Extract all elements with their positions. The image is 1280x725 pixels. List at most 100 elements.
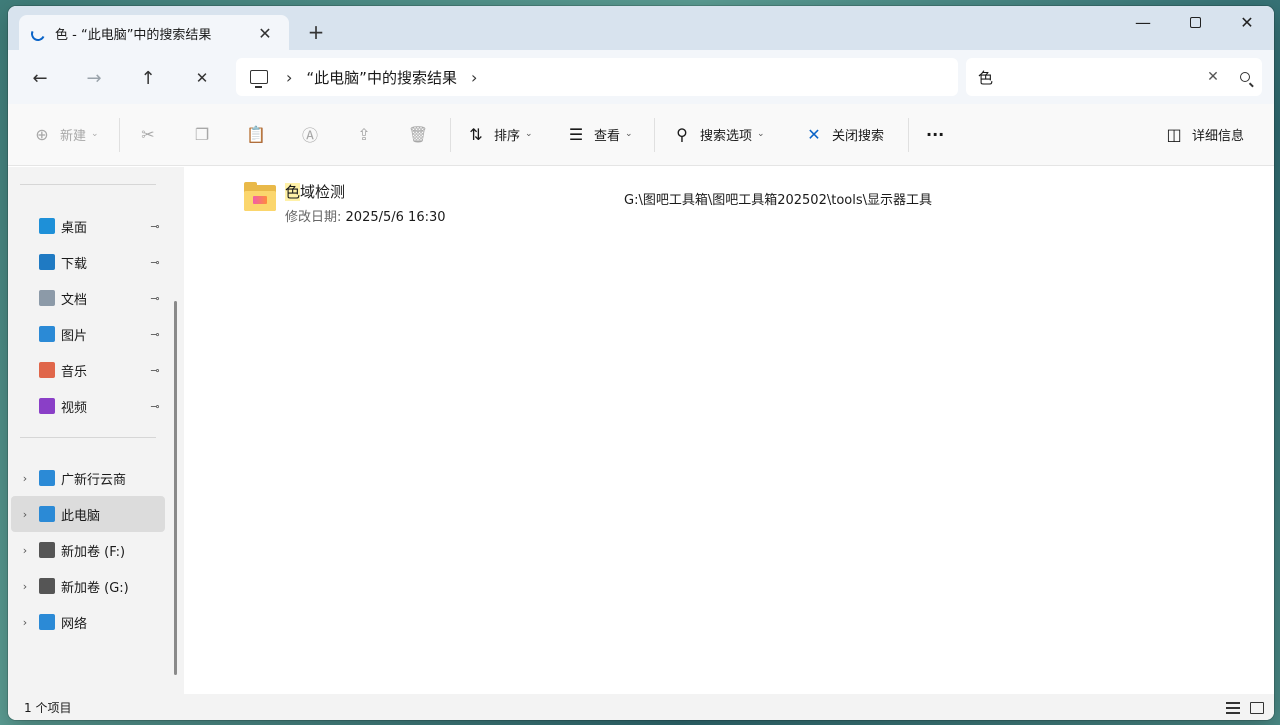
search-icon[interactable] <box>1228 72 1262 82</box>
search-highlight: 色 <box>285 183 301 201</box>
sidebar-item[interactable]: 音乐 ⊸ <box>11 352 165 388</box>
tiles-view-icon[interactable] <box>1250 702 1264 714</box>
close-search-label: 关闭搜索 <box>832 128 885 144</box>
sidebar-item[interactable]: 视频 ⊸ <box>11 388 165 424</box>
item-count: 1 个项目 <box>24 700 72 715</box>
sidebar-item[interactable]: › 网络 <box>11 604 165 640</box>
pin-icon[interactable]: ⊸ <box>145 400 165 413</box>
sort-icon: ⇅ <box>469 124 483 144</box>
nav-divider <box>20 184 156 185</box>
breadcrumb[interactable]: “此电脑”中的搜索结果 <box>306 67 457 88</box>
more-options-button[interactable]: ··· <box>926 118 944 150</box>
pin-icon[interactable]: ⊸ <box>145 292 165 305</box>
toolbar-divider <box>450 118 451 152</box>
status-bar: 1 个项目 <box>8 694 1274 720</box>
new-button[interactable]: ⊕ 新建 ⌄ <box>32 118 98 150</box>
sidebar-item[interactable]: › 广新行云商 <box>11 460 165 496</box>
expand-chevron-icon[interactable]: › <box>11 580 39 593</box>
network-icon <box>39 614 55 630</box>
navigation-pane: 桌面 ⊸ 下载 ⊸ 文档 ⊸ 图片 ⊸ 音乐 ⊸ 视频 ⊸ › 广新行云商 › 此电脑 › 新加卷 (F:) › 新… <box>8 167 184 694</box>
details-pane-button[interactable]: ◫ 详细信息 <box>1164 118 1244 150</box>
sidebar-item[interactable]: 桌面 ⊸ <box>11 208 165 244</box>
sidebar-item-label: 此电脑 <box>61 508 101 524</box>
cloud-drive-icon <box>39 470 55 486</box>
command-bar: ⊕ 新建 ⌄ ✂ ❐ 📋 Ⓐ ⇪ 🗑 ⇅ 排序 ⌄ ☰ 查看 ⌄ ⚲ 搜索选项 … <box>8 104 1274 166</box>
result-path: G:\图吧工具箱\图吧工具箱202502\tools\显示器工具 <box>624 193 932 208</box>
tab-title: 色 - “此电脑”中的搜索结果 <box>55 28 212 43</box>
view-label: 查看 <box>594 128 621 144</box>
expand-chevron-icon[interactable]: › <box>11 472 39 485</box>
chevron-down-icon: ⌄ <box>525 129 533 139</box>
sidebar-item-label: 广新行云商 <box>61 472 127 488</box>
tab-search-results[interactable]: 色 - “此电脑”中的搜索结果 ✕ <box>19 15 289 52</box>
up-button[interactable]: ↑ <box>132 62 164 94</box>
back-button[interactable]: ← <box>24 62 56 94</box>
sidebar-item[interactable]: › 新加卷 (G:) <box>11 568 165 604</box>
desktop-icon <box>39 218 55 234</box>
sort-button[interactable]: ⇅ 排序 ⌄ <box>466 118 533 150</box>
result-name[interactable]: 色域检测 <box>285 181 446 202</box>
sidebar-item-label: 新加卷 (G:) <box>61 580 129 596</box>
share-icon: ⇪ <box>357 124 371 144</box>
nav-scrollbar[interactable] <box>174 301 177 675</box>
rename-button[interactable]: Ⓐ <box>300 118 328 150</box>
result-item[interactable]: 色域检测 修改日期: 2025/5/6 16:30 <box>244 181 446 225</box>
cut-button[interactable]: ✂ <box>138 118 166 150</box>
maximize-button[interactable] <box>1172 6 1218 38</box>
modified-value: 2025/5/6 16:30 <box>345 210 446 225</box>
sidebar-item[interactable]: 下载 ⊸ <box>11 244 165 280</box>
sidebar-item-label: 桌面 <box>61 220 88 236</box>
details-view-icon[interactable] <box>1226 702 1240 714</box>
breadcrumb-chevron[interactable]: › <box>471 68 477 87</box>
search-options-label: 搜索选项 <box>700 128 753 144</box>
modified-label: 修改日期: <box>285 210 342 225</box>
new-tab-button[interactable]: + <box>304 20 328 44</box>
close-window-button[interactable]: ✕ <box>1224 6 1270 38</box>
sidebar-item-label: 新加卷 (F:) <box>61 544 126 560</box>
nav-divider <box>20 437 156 438</box>
sidebar-item[interactable]: 文档 ⊸ <box>11 280 165 316</box>
share-button[interactable]: ⇪ <box>354 118 382 150</box>
expand-chevron-icon[interactable]: › <box>11 508 39 521</box>
copy-button[interactable]: ❐ <box>192 118 220 150</box>
this-pc-icon <box>39 506 55 522</box>
file-explorer-window: 色 - “此电脑”中的搜索结果 ✕ + — ✕ ← → ↑ ✕ › “此电脑”中… <box>8 6 1274 720</box>
minimize-button[interactable]: — <box>1120 6 1166 38</box>
video-icon <box>39 398 55 414</box>
close-search-button[interactable]: ✕ 关闭搜索 <box>804 118 884 150</box>
expand-chevron-icon[interactable]: › <box>11 616 39 629</box>
clear-search-button[interactable]: ✕ <box>1198 69 1228 85</box>
drive-icon <box>39 542 55 558</box>
tab-close-button[interactable]: ✕ <box>253 24 277 43</box>
sidebar-item[interactable]: 图片 ⊸ <box>11 316 165 352</box>
maximize-icon <box>1189 16 1201 28</box>
view-button[interactable]: ☰ 查看 ⌄ <box>566 118 633 150</box>
sidebar-item[interactable]: › 新加卷 (F:) <box>11 532 165 568</box>
copy-icon: ❐ <box>194 124 210 144</box>
expand-chevron-icon[interactable]: › <box>11 544 39 557</box>
pin-icon[interactable]: ⊸ <box>145 364 165 377</box>
sidebar-item-label: 音乐 <box>61 364 88 380</box>
details-label: 详细信息 <box>1192 128 1245 144</box>
search-input[interactable]: 色 <box>978 67 1198 88</box>
address-row: ← → ↑ ✕ › “此电脑”中的搜索结果 › 色 ✕ <box>8 50 1274 104</box>
pin-icon[interactable]: ⊸ <box>145 328 165 341</box>
pin-icon[interactable]: ⊸ <box>145 220 165 233</box>
view-list-icon: ☰ <box>568 124 584 144</box>
pin-icon[interactable]: ⊸ <box>145 256 165 269</box>
address-bar[interactable]: › “此电脑”中的搜索结果 › <box>236 58 958 96</box>
close-icon: ✕ <box>807 124 821 144</box>
stop-button[interactable]: ✕ <box>186 62 218 94</box>
search-box[interactable]: 色 ✕ <box>966 58 1262 96</box>
search-options-button[interactable]: ⚲ 搜索选项 ⌄ <box>672 118 764 150</box>
download-icon <box>39 254 55 270</box>
music-icon <box>39 362 55 378</box>
plus-circle-icon: ⊕ <box>35 124 49 144</box>
breadcrumb-separator[interactable]: › <box>286 68 292 87</box>
document-icon <box>39 290 55 306</box>
delete-button[interactable]: 🗑 <box>408 118 436 150</box>
sidebar-item[interactable]: › 此电脑 <box>11 496 165 532</box>
new-label: 新建 <box>60 128 87 144</box>
forward-button[interactable]: → <box>78 62 110 94</box>
paste-button[interactable]: 📋 <box>246 118 274 150</box>
